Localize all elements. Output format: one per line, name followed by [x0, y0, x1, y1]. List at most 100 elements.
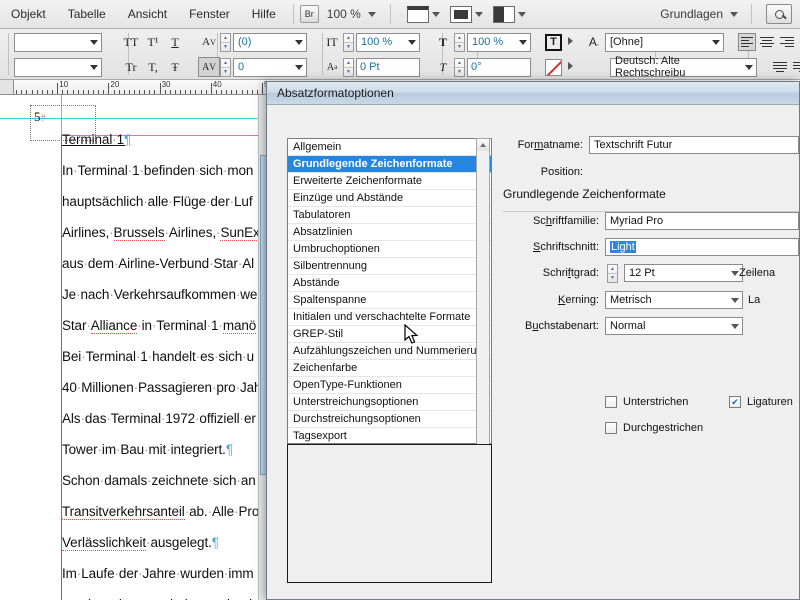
- category-list-item[interactable]: Unterstreichungsoptionen: [288, 394, 491, 411]
- case-label: Buchstabenart:: [524, 320, 599, 332]
- menu-ansicht[interactable]: Ansicht: [117, 4, 178, 24]
- search-icon: [774, 9, 784, 19]
- underline-button[interactable]: T: [164, 32, 186, 52]
- dialog-title-bar[interactable]: Absatzformatoptionen: [267, 82, 799, 105]
- align-left-button[interactable]: [738, 33, 756, 51]
- underline-checkbox-row[interactable]: Unterstrichen: [605, 396, 688, 408]
- case-combo[interactable]: Normal: [605, 317, 743, 335]
- ruler-minor-tick: [242, 90, 243, 94]
- category-list-item[interactable]: Durchstreichungsoptionen: [288, 411, 491, 428]
- superscript-button[interactable]: T¹: [142, 32, 164, 52]
- ruler-minor-tick: [195, 90, 196, 94]
- kerning-combo[interactable]: (0): [233, 32, 307, 52]
- story-text-line: Star·Alliance·in·Terminal·1·manö: [62, 318, 257, 334]
- align-right-button[interactable]: [778, 33, 796, 51]
- ruler-minor-tick: [26, 90, 27, 94]
- char-style-combo[interactable]: [14, 32, 102, 52]
- vertical-scale-combo[interactable]: 100 %: [356, 32, 420, 52]
- category-list-item[interactable]: Absatzlinien: [288, 224, 491, 241]
- kerning-icon[interactable]: AV: [198, 32, 220, 52]
- category-list-item[interactable]: Spaltenspanne: [288, 292, 491, 309]
- ligatures-checkbox-row[interactable]: ✔ Ligaturen: [729, 396, 793, 408]
- category-list[interactable]: Allgemein Grundlegende Zeichenformate Erwe…: [287, 138, 492, 444]
- workspace-switcher[interactable]: Grundlagen: [660, 4, 766, 24]
- category-list-item[interactable]: Initialen und verschachtelte Formate: [288, 309, 491, 326]
- stroke-combo[interactable]: [Ohne]: [605, 32, 724, 52]
- kerning-combo-dialog[interactable]: Metrisch: [605, 291, 743, 309]
- all-caps-button[interactable]: TT: [120, 32, 142, 52]
- strikethrough-button[interactable]: Ŧ: [164, 57, 186, 77]
- font-family-input[interactable]: Myriad Pro: [605, 212, 799, 230]
- baseline-shift-field[interactable]: 0 Pt: [356, 57, 420, 77]
- font-style-label: Schriftschnitt:: [532, 241, 599, 253]
- category-list-item[interactable]: Tabulatoren: [288, 207, 491, 224]
- category-list-item[interactable]: Zeichenfarbe: [288, 360, 491, 377]
- menu-objekt[interactable]: Objekt: [0, 4, 57, 24]
- small-caps-button[interactable]: Tr: [120, 57, 142, 77]
- justify-last-center-button[interactable]: [771, 58, 789, 76]
- font-size-stepper[interactable]: ▲ ▼: [607, 264, 618, 283]
- ligatures-checkbox[interactable]: ✔: [729, 396, 741, 408]
- horizontal-scale-combo[interactable]: 100 %: [467, 32, 531, 52]
- zoom-level-combo[interactable]: 100 %: [319, 7, 384, 21]
- strikethrough-checkbox-row[interactable]: Durchgestrichen: [605, 422, 703, 434]
- page-transitions-button[interactable]: [397, 5, 440, 23]
- category-list-item[interactable]: Umbruchoptionen: [288, 241, 491, 258]
- font-style-input[interactable]: Light: [605, 238, 799, 256]
- bridge-icon[interactable]: Br: [299, 5, 319, 23]
- screen-mode-button[interactable]: [440, 5, 483, 23]
- fill-color-swatch[interactable]: T: [545, 33, 562, 51]
- ruler-minor-tick: [231, 90, 232, 94]
- justify-last-right-button[interactable]: [791, 58, 800, 76]
- ruler-origin-box[interactable]: [0, 80, 14, 94]
- search-button[interactable]: [766, 4, 792, 24]
- ruler-minor-tick: [206, 90, 207, 94]
- skew-field[interactable]: 0°: [467, 57, 531, 77]
- category-list-item[interactable]: Silbentrennung: [288, 258, 491, 275]
- leading-label: Zeilena: [739, 267, 776, 279]
- stroke-color-swatch[interactable]: [545, 58, 562, 76]
- document-canvas[interactable]: 5# Terminal·1¶ In·Terminal·1·befinden·sic…: [0, 95, 270, 600]
- category-list-item[interactable]: Aufzählungszeichen und Nummerierung: [288, 343, 491, 360]
- stroke-value: [Ohne]: [610, 36, 644, 48]
- fill-expand-arrow[interactable]: [568, 36, 573, 48]
- page-transitions-icon: [406, 5, 429, 23]
- tracking-stepper[interactable]: ▲ ▼: [220, 57, 231, 77]
- language-combo[interactable]: Deutsch: Alte Rechtschreibu: [610, 55, 757, 79]
- category-list-item[interactable]: Tagsexport: [288, 428, 491, 443]
- category-list-item[interactable]: Abstände: [288, 275, 491, 292]
- chevron-down-icon: [712, 39, 720, 45]
- vertical-scale-stepper[interactable]: ▲ ▼: [343, 32, 354, 52]
- strikethrough-checkbox[interactable]: [605, 422, 617, 434]
- format-name-input[interactable]: Textschrift Futur: [589, 136, 799, 154]
- ruler-minor-tick: [108, 90, 109, 94]
- category-list-item[interactable]: Grundlegende Zeichenformate: [288, 156, 491, 173]
- chevron-up-icon: [480, 143, 486, 147]
- align-center-button[interactable]: [758, 33, 776, 51]
- baseline-shift-stepper[interactable]: ▲ ▼: [343, 57, 354, 77]
- tracking-combo[interactable]: 0: [233, 57, 307, 77]
- tracking-icon[interactable]: AV: [198, 57, 220, 77]
- menu-tabelle[interactable]: Tabelle: [57, 4, 117, 24]
- underline-checkbox[interactable]: [605, 396, 617, 408]
- category-list-item[interactable]: OpenType-Funktionen: [288, 377, 491, 394]
- category-list-item[interactable]: GREP-Stil: [288, 326, 491, 343]
- menu-fenster[interactable]: Fenster: [178, 4, 241, 24]
- category-list-item[interactable]: Allgemein: [288, 139, 491, 156]
- view-layout-button[interactable]: [483, 5, 526, 23]
- menu-hilfe[interactable]: Hilfe: [241, 4, 287, 24]
- font-size-combo[interactable]: 12 Pt: [624, 264, 743, 282]
- ruler-tick-label: 10: [59, 80, 69, 89]
- skew-stepper[interactable]: ▲ ▼: [454, 57, 465, 77]
- ruler-minor-tick: [216, 90, 217, 94]
- scroll-up-button[interactable]: [477, 139, 489, 151]
- category-list-item[interactable]: Einzüge und Abstände: [288, 190, 491, 207]
- stroke-expand-arrow[interactable]: [568, 61, 573, 73]
- story-text[interactable]: Terminal·1¶ In·Terminal·1·befinden·sich·m…: [62, 124, 270, 600]
- category-list-item[interactable]: Erweiterte Zeichenformate: [288, 173, 491, 190]
- para-style-combo[interactable]: [14, 57, 102, 77]
- kerning-stepper[interactable]: ▲ ▼: [220, 32, 231, 52]
- horizontal-scale-stepper[interactable]: ▲ ▼: [454, 32, 465, 52]
- ruler-minor-tick: [170, 90, 171, 94]
- subscript-button[interactable]: T,: [142, 57, 164, 77]
